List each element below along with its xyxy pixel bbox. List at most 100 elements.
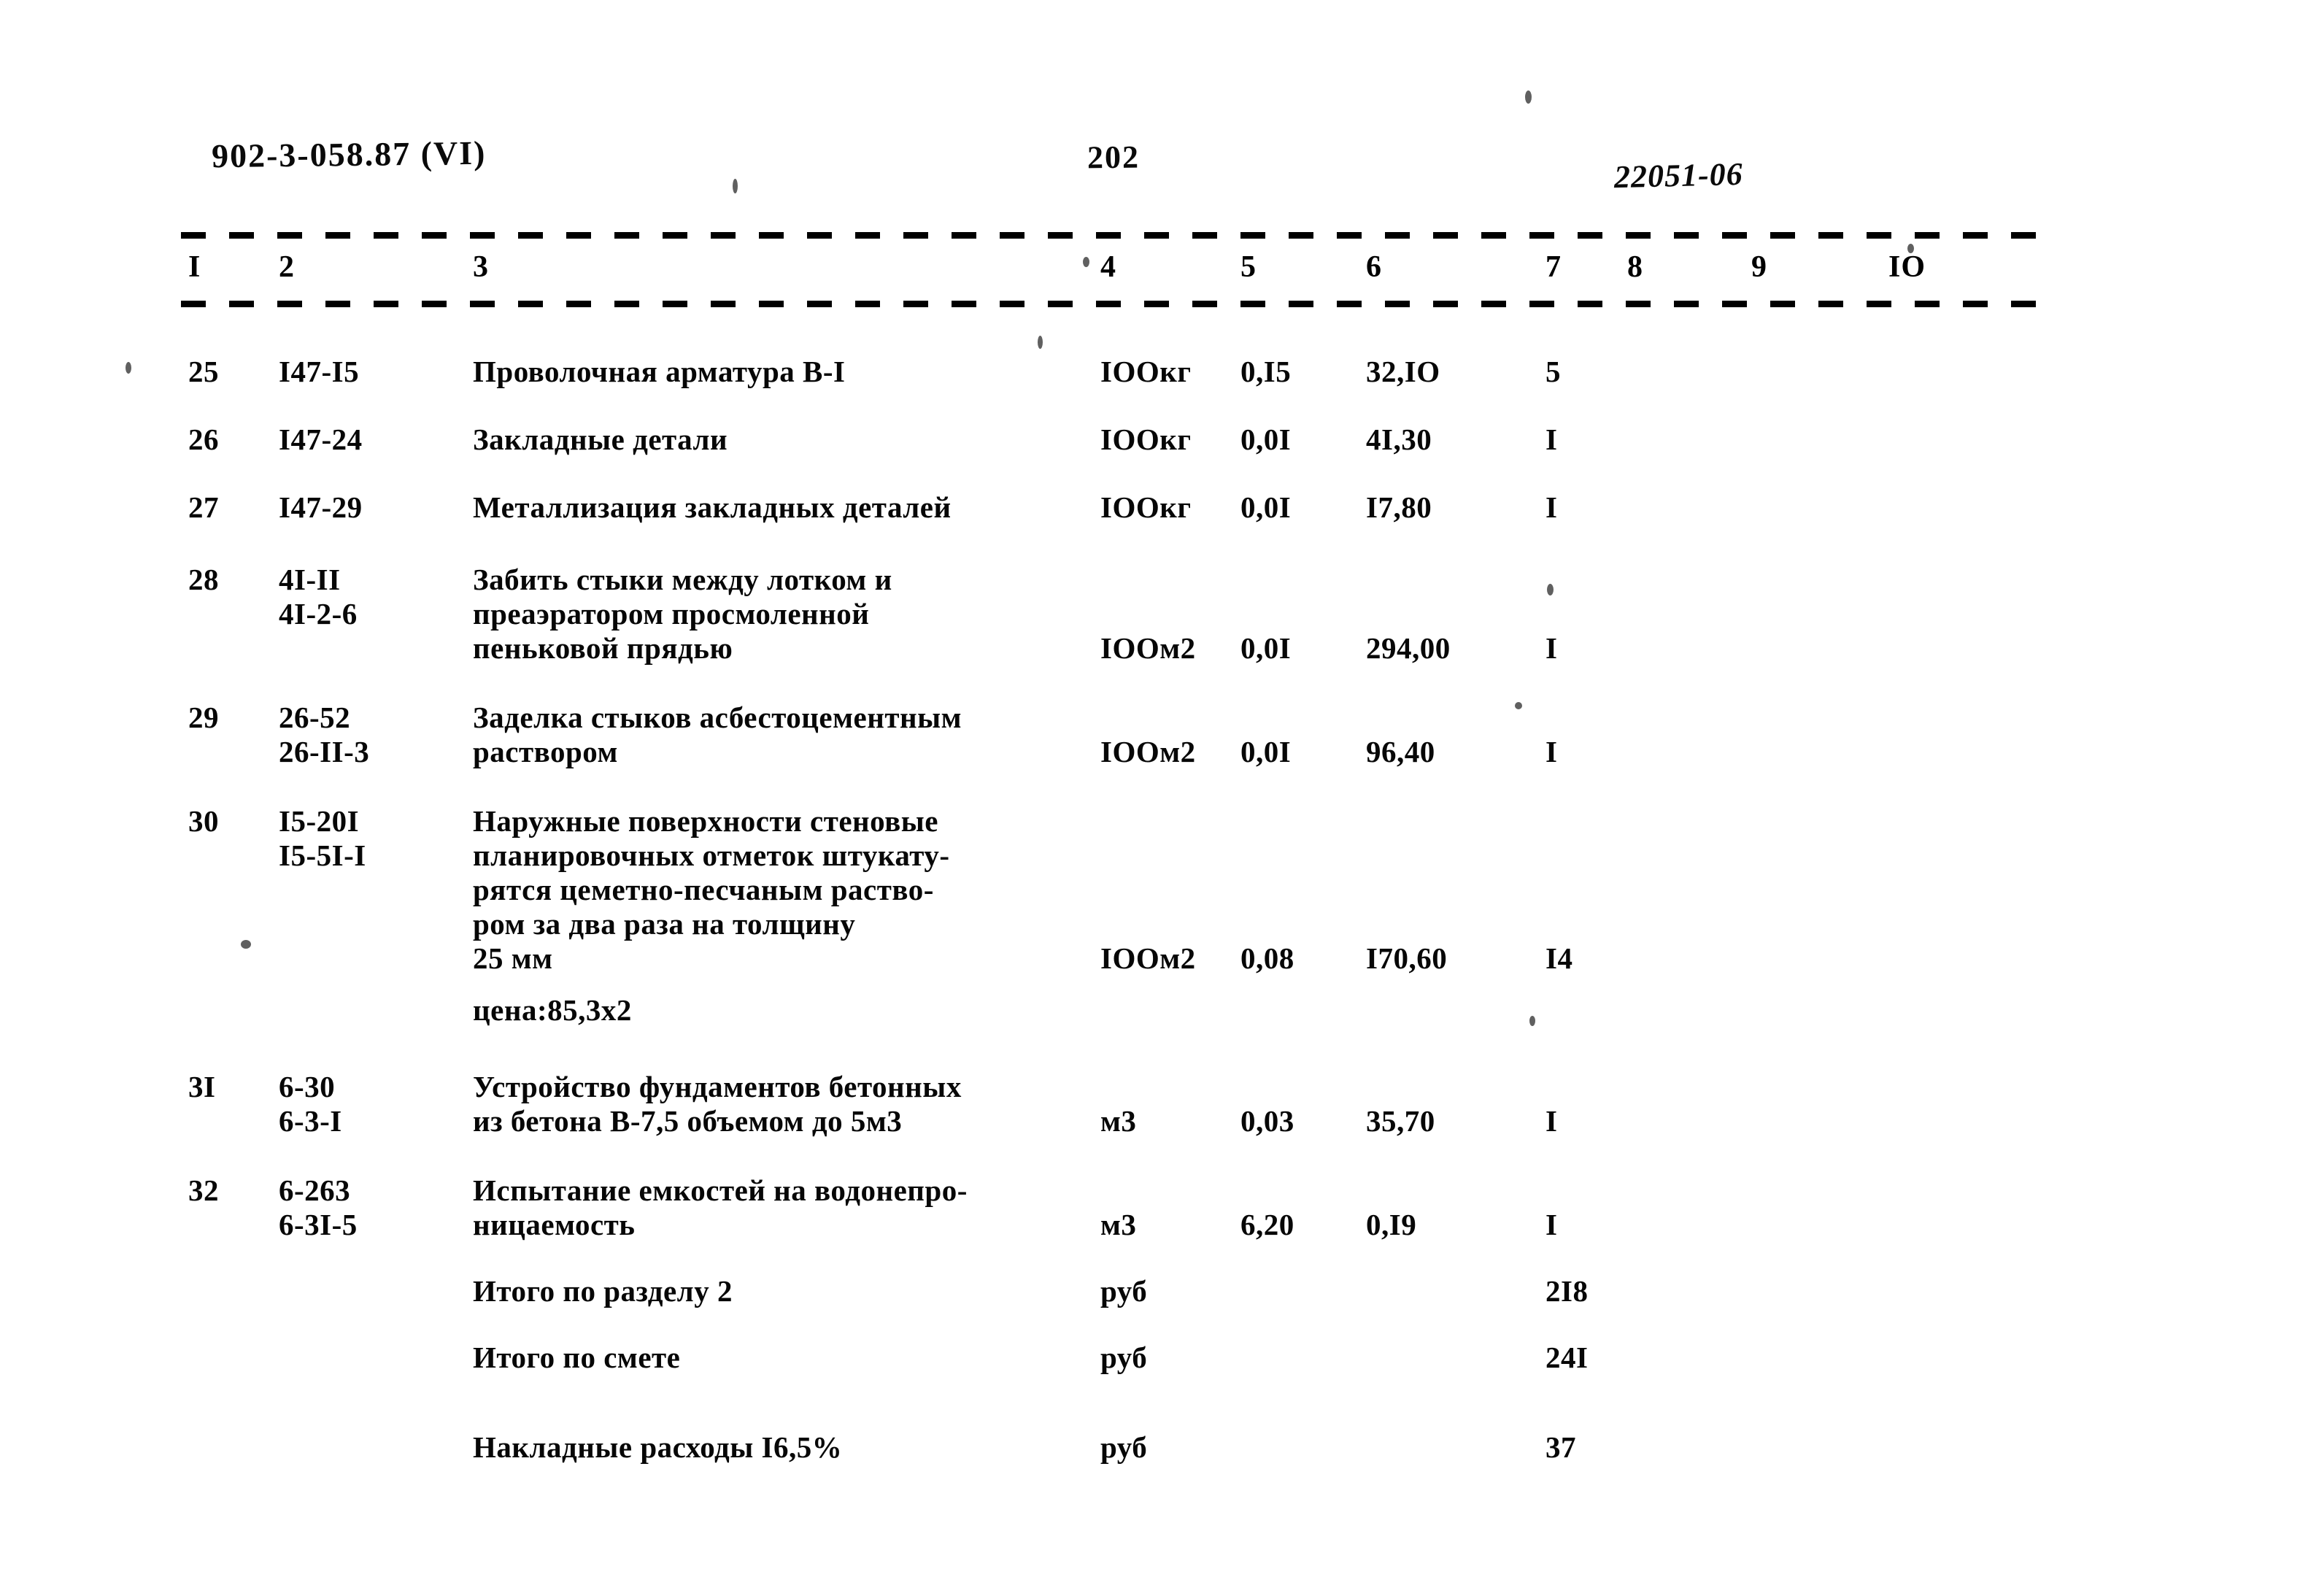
column-header-2: 2: [279, 250, 295, 284]
row-number: 32: [188, 1173, 219, 1207]
row-code: I5-5I-I: [279, 839, 366, 872]
row-total: I: [1545, 1104, 1558, 1138]
row-quantity: 0,I5: [1240, 355, 1292, 388]
summary-label: Итого по разделу 2: [473, 1274, 733, 1308]
row-number: 30: [188, 804, 219, 838]
row-unit-price: 0,I9: [1366, 1208, 1417, 1241]
row-code: I5-20I: [279, 804, 360, 838]
row-unit-price: 294,00: [1366, 631, 1451, 665]
row-total: I: [1545, 490, 1558, 524]
row-total: I: [1545, 631, 1558, 665]
row-description: Забить стыки между лотком и: [473, 563, 892, 596]
row-unit: IOOкг: [1100, 423, 1192, 456]
row-number: 27: [188, 490, 219, 524]
row-quantity: 6,20: [1240, 1208, 1294, 1241]
row-description: Наружные поверхности стеновые: [473, 804, 938, 838]
row-code: 4I-2-6: [279, 597, 358, 631]
row-code: 4I-II: [279, 563, 341, 596]
scan-speck: [1038, 336, 1043, 349]
row-unit: IOOм2: [1100, 735, 1196, 768]
row-description: Закладные детали: [473, 423, 728, 456]
column-header-3: 3: [473, 250, 489, 284]
row-quantity: 0,0I: [1240, 490, 1292, 524]
row-total: I: [1545, 1208, 1558, 1241]
row-unit-price: I70,60: [1366, 941, 1448, 975]
row-code: I47-29: [279, 490, 363, 524]
scan-speck: [1547, 584, 1554, 595]
row-unit-price: I7,80: [1366, 490, 1432, 524]
row-description: Проволочная арматура В-I: [473, 355, 846, 388]
column-header-1: I: [188, 250, 201, 284]
summary-unit: руб: [1100, 1274, 1148, 1308]
row-description: Заделка стыков асбестоцементным: [473, 701, 962, 734]
row-description: планировочных отметок штукату-: [473, 839, 950, 872]
column-header-7: 7: [1545, 250, 1562, 284]
row-number: 26: [188, 423, 219, 456]
scan-speck: [126, 362, 131, 374]
row-unit: IOOкг: [1100, 490, 1192, 524]
table-rule-bottom: [181, 301, 2040, 307]
row-code: 6-263: [279, 1173, 351, 1207]
summary-label: Накладные расходы I6,5%: [473, 1430, 843, 1464]
column-header-4: 4: [1100, 250, 1116, 284]
row-total: I4: [1545, 941, 1573, 975]
row-code: 26-52: [279, 701, 351, 734]
summary-total: 24I: [1545, 1341, 1589, 1374]
column-header-9: 9: [1751, 250, 1767, 284]
row-note: цена:85,3х2: [473, 993, 632, 1027]
scan-speck: [1515, 702, 1522, 709]
row-quantity: 0,03: [1240, 1104, 1294, 1138]
summary-label: Итого по смете: [473, 1341, 681, 1374]
row-unit: IOOкг: [1100, 355, 1192, 388]
scan-speck: [733, 179, 738, 193]
row-number: 28: [188, 563, 219, 596]
summary-unit: руб: [1100, 1341, 1148, 1374]
row-description: из бетона В-7,5 объемом до 5м3: [473, 1104, 903, 1138]
row-description: Металлизация закладных деталей: [473, 490, 952, 524]
row-number: 29: [188, 701, 219, 734]
row-total: I: [1545, 735, 1558, 768]
row-quantity: 0,0I: [1240, 423, 1292, 456]
row-description: ром за два раза на толщину: [473, 907, 856, 941]
row-description: преаэратором просмоленной: [473, 597, 870, 631]
row-description: Испытание емкостей на водонепро-: [473, 1173, 968, 1207]
summary-total: 37: [1545, 1430, 1576, 1464]
document-page: 902-3-058.87 (VI) 202 22051-06 I 2 3 4 5 6 7 8 9…: [0, 0, 2300, 1596]
scan-speck: [1525, 90, 1532, 104]
row-total: 5: [1545, 355, 1561, 388]
summary-total: 2I8: [1545, 1274, 1589, 1308]
row-unit: м3: [1100, 1208, 1137, 1241]
row-number: 3I: [188, 1070, 216, 1103]
column-header-6: 6: [1366, 250, 1382, 284]
row-quantity: 0,0I: [1240, 735, 1292, 768]
row-unit: IOOм2: [1100, 941, 1196, 975]
summary-unit: руб: [1100, 1430, 1148, 1464]
scan-speck: [1907, 244, 1914, 253]
row-unit-price: 96,40: [1366, 735, 1435, 768]
row-code: 6-3-I: [279, 1104, 342, 1138]
scan-speck: [241, 940, 251, 949]
row-unit-price: 4I,30: [1366, 423, 1432, 456]
row-number: 25: [188, 355, 219, 388]
row-unit: IOOм2: [1100, 631, 1196, 665]
row-total: I: [1545, 423, 1558, 456]
row-description: раствором: [473, 735, 618, 768]
column-header-8: 8: [1627, 250, 1643, 284]
row-code: 26-II-3: [279, 735, 370, 768]
column-header-10: IO: [1888, 250, 1926, 284]
document-code: 902-3-058.87 (VI): [211, 134, 487, 175]
row-unit-price: 35,70: [1366, 1104, 1435, 1138]
column-header-5: 5: [1240, 250, 1257, 284]
row-description: Устройство фундаментов бетонных: [473, 1070, 962, 1103]
row-unit: м3: [1100, 1104, 1137, 1138]
row-description: рятся цеметно-песчаным раство-: [473, 873, 934, 906]
scan-speck: [1529, 1016, 1535, 1026]
page-number: 202: [1087, 139, 1141, 176]
row-description: 25 мм: [473, 941, 553, 975]
row-code: 6-3I-5: [279, 1208, 358, 1241]
row-description: ницаемость: [473, 1208, 636, 1241]
row-quantity: 0,0I: [1240, 631, 1292, 665]
row-description: пеньковой прядью: [473, 631, 733, 665]
row-quantity: 0,08: [1240, 941, 1294, 975]
table-column-headers: I 2 3 4 5 6 7 8 9 IO: [0, 250, 2300, 295]
